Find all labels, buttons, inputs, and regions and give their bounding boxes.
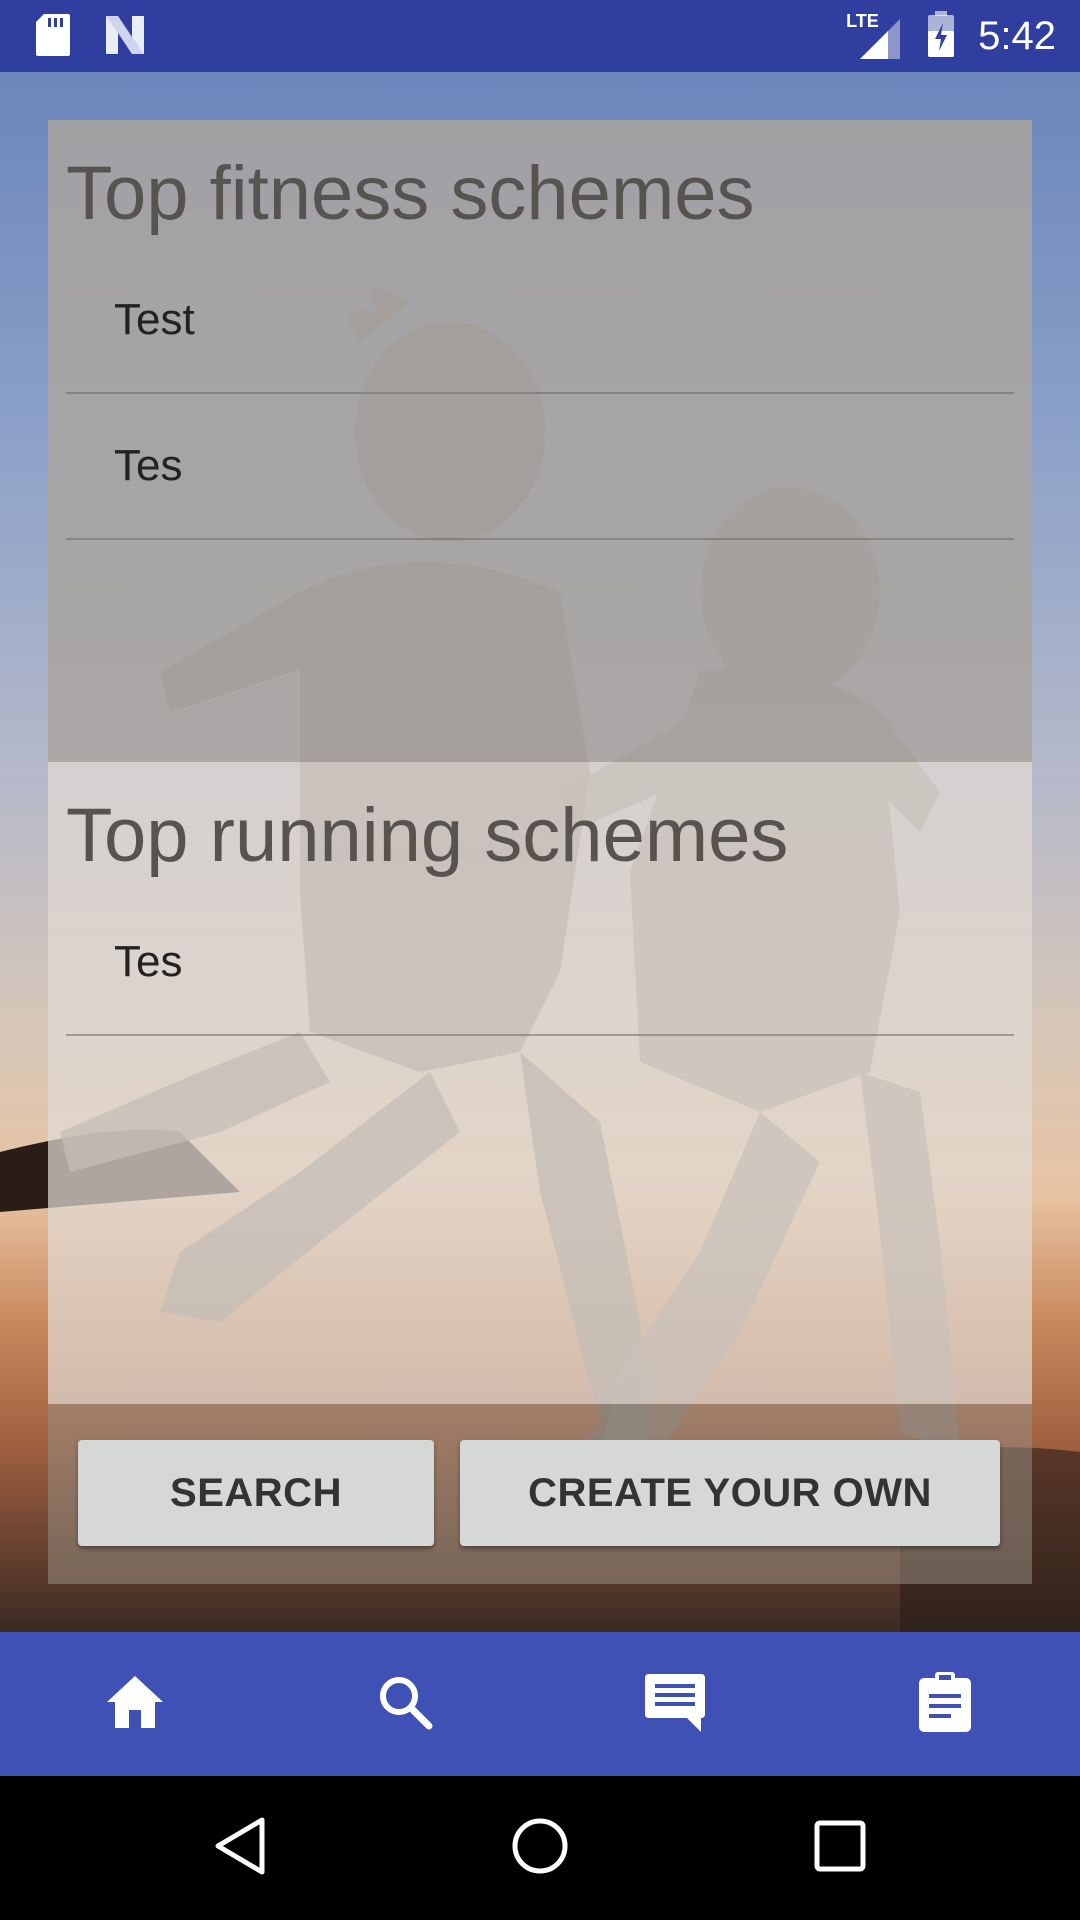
search-button[interactable]: SEARCH (78, 1440, 434, 1546)
fitness-schemes-list: Test Tes (66, 248, 1014, 540)
create-your-own-button[interactable]: CREATE YOUR OWN (460, 1440, 1000, 1546)
system-navigation-bar (0, 1776, 1080, 1920)
clipboard-icon (917, 1670, 973, 1739)
sd-card-icon (34, 12, 72, 63)
message-icon (643, 1670, 707, 1739)
nav-search[interactable] (270, 1632, 540, 1776)
nav-home[interactable] (0, 1632, 270, 1776)
running-section-title: Top running schemes (66, 793, 789, 878)
n-logo-icon (102, 12, 148, 63)
search-icon (375, 1672, 435, 1737)
list-item[interactable]: Tes (66, 394, 1014, 540)
actions-panel: SEARCH CREATE YOUR OWN (48, 1404, 1032, 1584)
fitness-schemes-panel: Top fitness schemes Test Tes (48, 120, 1032, 762)
home-icon (103, 1672, 167, 1737)
back-button[interactable] (170, 1776, 310, 1920)
fitness-section-title: Top fitness schemes (66, 151, 755, 236)
list-item[interactable]: Tes (66, 890, 1014, 1036)
status-bar: LTE 5:42 (0, 0, 1080, 72)
back-icon (212, 1816, 268, 1881)
clock: 5:42 (978, 13, 1056, 58)
recents-button[interactable] (770, 1776, 910, 1920)
signal-icon: LTE (846, 11, 904, 61)
home-circle-icon (510, 1816, 570, 1881)
nav-schemes[interactable] (810, 1632, 1080, 1776)
list-item[interactable]: Test (66, 248, 1014, 394)
battery-charging-icon (926, 9, 956, 64)
running-schemes-panel: Top running schemes Tes (48, 762, 1032, 1404)
nav-messages[interactable] (540, 1632, 810, 1776)
bottom-navigation (0, 1632, 1080, 1776)
running-schemes-list: Tes (66, 890, 1014, 1036)
recents-icon (813, 1819, 867, 1878)
home-system-button[interactable] (470, 1776, 610, 1920)
